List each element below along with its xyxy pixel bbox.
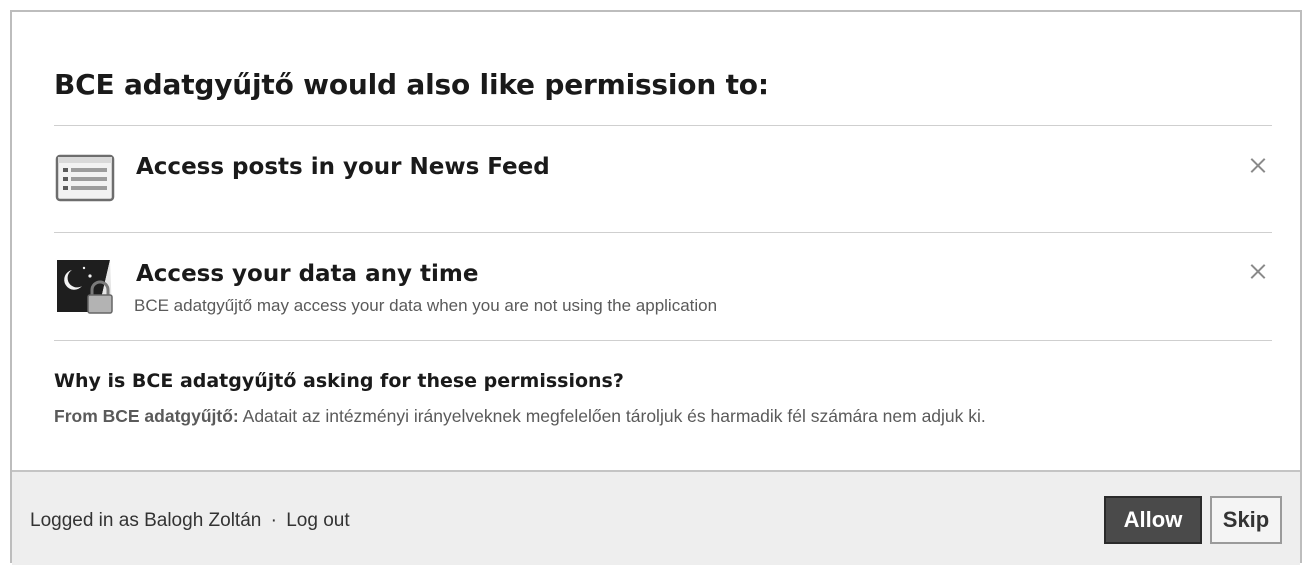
permission-item-offline-access: Access your data any time BCE adatgyűjtő…	[54, 256, 1272, 326]
divider	[54, 340, 1272, 341]
permission-item-news-feed: Access posts in your News Feed	[54, 152, 1272, 212]
permission-title: Access posts in your News Feed	[136, 154, 550, 180]
remove-permission-close-icon[interactable]	[1244, 258, 1272, 286]
permission-description: BCE adatgyűjtő may access your data when…	[134, 296, 718, 315]
news-feed-icon	[54, 152, 118, 204]
offline-access-lock-icon	[54, 256, 118, 314]
logout-link[interactable]: Log out	[286, 510, 349, 531]
why-explanation: From BCE adatgyűjtő: Adatait az intézmén…	[54, 406, 986, 427]
dialog-title: BCE adatgyűjtő would also like permissio…	[54, 68, 769, 101]
skip-button[interactable]: Skip	[1210, 496, 1282, 544]
from-label: From BCE adatgyűjtő:	[54, 406, 239, 426]
permission-dialog: BCE adatgyűjtő would also like permissio…	[10, 10, 1302, 565]
explanation-text: Adatait az intézményi irányelveknek megf…	[242, 406, 986, 426]
allow-button[interactable]: Allow	[1104, 496, 1202, 544]
why-heading: Why is BCE adatgyűjtő asking for these p…	[54, 370, 624, 392]
logged-in-text: Logged in as Balogh Zoltán	[30, 510, 262, 531]
login-status: Logged in as Balogh Zoltán · Log out	[30, 510, 350, 532]
divider	[54, 125, 1272, 126]
remove-permission-close-icon[interactable]	[1244, 152, 1272, 180]
dialog-footer: Logged in as Balogh Zoltán · Log out All…	[12, 470, 1300, 565]
separator: ·	[270, 510, 277, 531]
permission-title: Access your data any time	[136, 261, 479, 287]
divider	[54, 232, 1272, 233]
